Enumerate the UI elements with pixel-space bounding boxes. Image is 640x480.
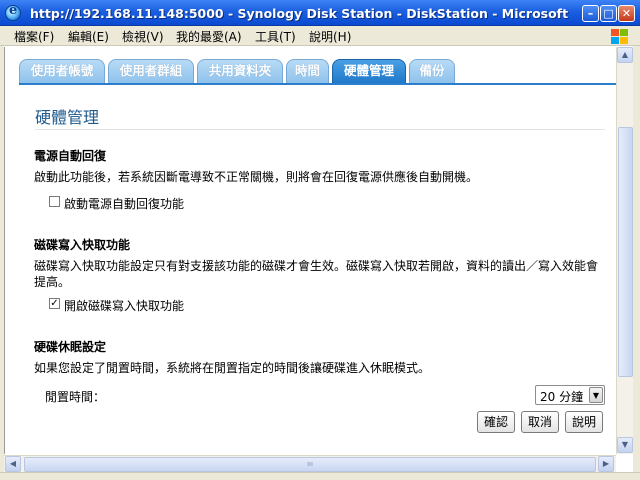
content-viewport: 使用者帳號 使用者群組 共用資料夾 時間 硬體管理 備份 硬體管理 電源自動回復… xyxy=(4,47,616,454)
scroll-down-icon[interactable]: ▼ xyxy=(617,437,633,453)
close-button[interactable]: ✕ xyxy=(618,5,635,22)
hibernate-section-title: 硬碟休眠設定 xyxy=(34,340,107,354)
tab-hardware[interactable]: 硬體管理 xyxy=(332,59,406,83)
vertical-scroll-thumb[interactable] xyxy=(618,127,633,377)
horizontal-scrollbar[interactable]: ◀ ııı ▶ xyxy=(4,455,616,472)
horizontal-scroll-thumb[interactable]: ııı xyxy=(24,457,596,472)
title-divider xyxy=(35,129,605,130)
cache-description: 磁碟寫入快取功能設定只有對支援該功能的磁碟才會生效。磁碟寫入快取若開啟，資料的讀… xyxy=(34,259,599,289)
power-description: 啟動此功能後，若系統因斷電導致不正常關機，則將會在回復電源供應後自動開機。 xyxy=(34,170,479,184)
window-title: http://192.168.11.148:5000 - Synology Di… xyxy=(30,6,570,21)
window-frame-right xyxy=(633,46,640,472)
tab-bar: 使用者帳號 使用者群組 共用資料夾 時間 硬體管理 備份 xyxy=(19,59,616,83)
tab-user-accounts[interactable]: 使用者帳號 xyxy=(19,59,105,83)
menu-bar: 檔案(F) 編輯(E) 檢視(V) 我的最愛(A) 工具(T) 說明(H) xyxy=(0,26,640,46)
page-title: 硬體管理 xyxy=(35,108,100,127)
menu-view[interactable]: 檢視(V) xyxy=(122,28,164,45)
idle-time-label: 閒置時間： xyxy=(45,390,106,404)
power-section-title: 電源自動回復 xyxy=(34,149,107,163)
hibernate-description: 如果您設定了閒置時間，系統將在閒置指定的時間後讓硬碟進入休眠模式。 xyxy=(34,361,431,375)
idle-time-select[interactable]: 20 分鐘 ▼ xyxy=(535,385,605,405)
tab-user-groups[interactable]: 使用者群組 xyxy=(108,59,194,83)
windows-logo-icon xyxy=(609,27,629,45)
power-restore-label[interactable]: 啟動電源自動回復功能 xyxy=(64,195,184,212)
idle-time-value: 20 分鐘 xyxy=(540,390,584,404)
tab-shared-folders[interactable]: 共用資料夾 xyxy=(197,59,283,83)
menu-tools[interactable]: 工具(T) xyxy=(255,28,296,45)
vertical-scrollbar[interactable]: ▲ ▼ xyxy=(616,47,633,454)
cancel-button[interactable]: 取消 xyxy=(521,411,559,433)
title-bar: http://192.168.11.148:5000 - Synology Di… xyxy=(0,0,640,26)
write-cache-checkbox[interactable]: ✓ xyxy=(49,298,60,309)
internet-explorer-icon xyxy=(5,3,21,21)
tab-time[interactable]: 時間 xyxy=(286,59,329,83)
window-frame-bottom xyxy=(0,472,640,480)
maximize-button[interactable]: □ xyxy=(600,5,617,22)
write-cache-label[interactable]: 開啟磁碟寫入快取功能 xyxy=(64,297,184,314)
scroll-left-icon[interactable]: ◀ xyxy=(5,456,21,472)
menu-favorites[interactable]: 我的最愛(A) xyxy=(176,28,242,45)
help-button[interactable]: 說明 xyxy=(565,411,603,433)
power-restore-checkbox[interactable] xyxy=(49,196,60,207)
menu-help[interactable]: 說明(H) xyxy=(309,28,351,45)
tab-backup[interactable]: 備份 xyxy=(409,59,455,83)
scroll-up-icon[interactable]: ▲ xyxy=(617,47,633,63)
tab-underline xyxy=(19,83,616,85)
scroll-right-icon[interactable]: ▶ xyxy=(598,456,614,472)
confirm-button[interactable]: 確認 xyxy=(477,411,515,433)
menu-file[interactable]: 檔案(F) xyxy=(14,28,54,45)
minimize-button[interactable]: – xyxy=(582,5,599,22)
cache-section-title: 磁碟寫入快取功能 xyxy=(34,238,131,252)
dropdown-arrow-icon[interactable]: ▼ xyxy=(589,387,603,403)
menu-edit[interactable]: 編輯(E) xyxy=(68,28,109,45)
